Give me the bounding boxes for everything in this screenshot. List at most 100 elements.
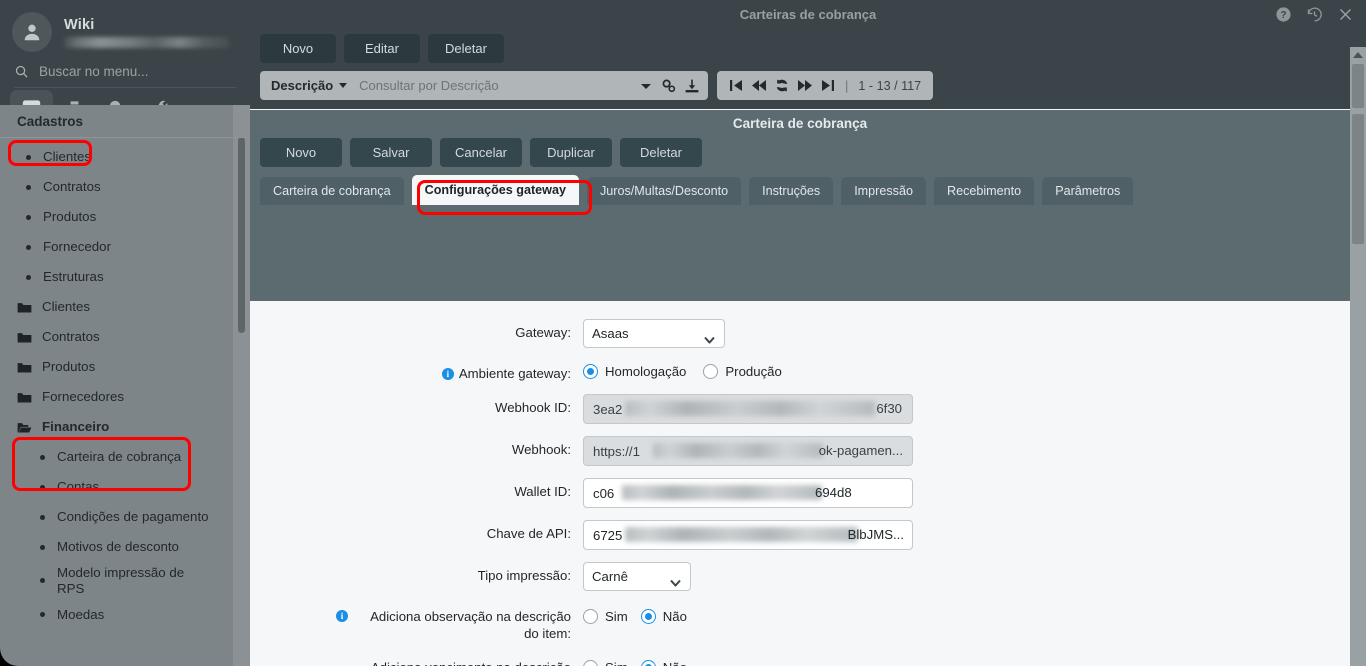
- sidebar-item-fornecedor[interactable]: Fornecedor: [0, 232, 250, 262]
- tab-juros-multas-desconto[interactable]: Juros/Multas/Desconto: [586, 177, 742, 205]
- refresh-icon[interactable]: [775, 79, 789, 92]
- search-input[interactable]: [359, 78, 631, 93]
- sidebar-item-label: Carteira de cobrança: [57, 449, 182, 465]
- outer-scrollbar-thumb[interactable]: [1352, 64, 1364, 108]
- sidebar-menu-panel: Cadastros Clientes Contratos Produtos Fo…: [0, 105, 250, 666]
- tab-configuracoes-gateway[interactable]: Configurações gateway: [411, 175, 579, 205]
- application-root: Wiki Buscar no menu... Cadastros Cliente…: [0, 0, 1366, 666]
- radio-producao-label[interactable]: Produção: [725, 364, 781, 379]
- bullet-icon: [26, 244, 31, 250]
- first-page-icon[interactable]: [729, 79, 743, 92]
- sidebar-item-motivos-de-desconto[interactable]: Motivos de desconto: [0, 532, 250, 562]
- form-duplicar-button[interactable]: Duplicar: [530, 138, 612, 167]
- deletar-button[interactable]: Deletar: [428, 34, 504, 63]
- bullet-icon: [26, 184, 31, 190]
- novo-button[interactable]: Novo: [260, 34, 336, 63]
- tab-carteira-de-cobranca[interactable]: Carteira de cobrança: [260, 177, 404, 205]
- sidebar-search[interactable]: [14, 64, 236, 88]
- gears-icon[interactable]: [661, 78, 677, 94]
- history-icon[interactable]: [1306, 6, 1323, 23]
- field-row-chave-api: Chave de API: BlbJMS...: [250, 520, 1350, 550]
- folder-icon: [17, 361, 32, 374]
- form-fields: Gateway: Asaas i Ambiente gateway: Homol…: [250, 301, 1350, 666]
- sidebar-item-clientes[interactable]: Clientes: [0, 142, 250, 172]
- bullet-icon: [40, 578, 45, 584]
- sidebar-folder-financeiro[interactable]: Financeiro: [0, 412, 250, 442]
- field-row-webhook: Webhook: ok-pagamen...: [250, 436, 1350, 466]
- chevron-down-icon[interactable]: [638, 78, 654, 94]
- sidebar-item-produtos[interactable]: Produtos: [0, 202, 250, 232]
- download-icon[interactable]: [684, 78, 700, 94]
- last-page-icon[interactable]: [821, 79, 835, 92]
- tab-instrucoes[interactable]: Instruções: [749, 177, 834, 205]
- form-salvar-button[interactable]: Salvar: [350, 138, 432, 167]
- previous-page-icon[interactable]: [752, 79, 766, 92]
- filter-row: Descrição | 1 - 13 / 117: [260, 71, 1356, 100]
- tipo-impressao-select-wrap: Carnê: [583, 562, 691, 591]
- sidebar-item-label: Fornecedores: [42, 389, 125, 405]
- sidebar-folder-produtos[interactable]: Produtos: [0, 352, 250, 382]
- tab-recebimento[interactable]: Recebimento: [933, 177, 1035, 205]
- webhook-label: Webhook:: [511, 442, 571, 457]
- form-deletar-button[interactable]: Deletar: [620, 138, 702, 167]
- menu-header-cadastros[interactable]: Cadastros: [0, 105, 250, 138]
- radio-observacao-sim[interactable]: [583, 609, 598, 624]
- sidebar-item-label: Produtos: [43, 209, 97, 225]
- sidebar-item-estruturas[interactable]: Estruturas: [0, 262, 250, 292]
- avatar[interactable]: [12, 12, 52, 52]
- tab-impressao[interactable]: Impressão: [841, 177, 926, 205]
- main-window: Carteiras de cobrança ? Novo Editar Dele…: [250, 0, 1366, 666]
- bullet-icon: [40, 484, 45, 490]
- field-row-wallet-id: Wallet ID: 694d8: [250, 478, 1350, 508]
- radio-observacao-sim-label[interactable]: Sim: [605, 609, 628, 624]
- sidebar-item-label: Financeiro: [42, 419, 110, 435]
- webhook-control: ok-pagamen...: [583, 436, 913, 466]
- tab-parametros[interactable]: Parâmetros: [1042, 177, 1134, 205]
- sidebar-item-label: Condições de pagamento: [57, 509, 209, 525]
- tipo-impressao-select[interactable]: Carnê: [583, 562, 691, 591]
- search-input[interactable]: [39, 64, 219, 79]
- sidebar-folder-clientes[interactable]: Clientes: [0, 292, 250, 322]
- radio-homologacao-label[interactable]: Homologação: [605, 364, 686, 379]
- radio-vencimento-sim[interactable]: [583, 660, 598, 666]
- radio-homologacao[interactable]: [583, 364, 598, 379]
- radio-vencimento-sim-label[interactable]: Sim: [605, 660, 628, 666]
- info-icon[interactable]: i: [441, 368, 454, 380]
- folder-icon: [17, 301, 32, 314]
- chave-api-label: Chave de API:: [486, 526, 571, 541]
- svg-text:?: ?: [1280, 10, 1286, 21]
- form-novo-button[interactable]: Novo: [260, 138, 342, 167]
- next-page-icon[interactable]: [798, 79, 812, 92]
- gateway-label: Gateway:: [515, 325, 571, 340]
- webhook-id-field[interactable]: [583, 394, 913, 424]
- webhook-id-suffix: 6f30: [876, 401, 902, 416]
- sidebar-item-modelo-impressao-de-rps[interactable]: Modelo impressão de RPS: [0, 562, 200, 599]
- sidebar-item-label: Produtos: [42, 359, 96, 375]
- sidebar-folder-fornecedores[interactable]: Fornecedores: [0, 382, 250, 412]
- radio-producao[interactable]: [703, 364, 719, 379]
- form-scrollbar-thumb[interactable]: [1352, 114, 1364, 244]
- info-icon[interactable]: i: [336, 610, 348, 622]
- sidebar-item-carteira-de-cobranca[interactable]: Carteira de cobrança: [0, 442, 250, 472]
- scroll-up-arrow-icon[interactable]: [1353, 52, 1363, 58]
- adiciona-vencimento-label-text: Adiciona vencimento na descrição do item…: [353, 656, 571, 666]
- gateway-select[interactable]: Asaas: [583, 319, 725, 348]
- sidebar-item-contas[interactable]: Contas: [0, 472, 250, 502]
- radio-observacao-nao-label[interactable]: Não: [663, 609, 687, 624]
- list-toolbar: Novo Editar Deletar Descrição Consultar …: [250, 28, 1366, 109]
- sidebar-item-contratos[interactable]: Contratos: [0, 172, 250, 202]
- help-icon[interactable]: ?: [1275, 6, 1292, 23]
- form-cancelar-button[interactable]: Cancelar: [440, 138, 522, 167]
- radio-observacao-nao[interactable]: [640, 609, 656, 624]
- sidebar-folder-contratos[interactable]: Contratos: [0, 322, 250, 352]
- field-row-tipo-impressao: Tipo impressão: Carnê: [250, 562, 1350, 591]
- close-icon[interactable]: [1337, 6, 1354, 23]
- filter-field-selector[interactable]: Descrição: [271, 78, 348, 93]
- wallet-id-field[interactable]: [583, 478, 913, 508]
- sidebar-item-condicoes-de-pagamento[interactable]: Condições de pagamento: [0, 502, 250, 532]
- radio-vencimento-nao-label[interactable]: Não: [663, 660, 687, 666]
- editar-button[interactable]: Editar: [344, 34, 420, 63]
- sidebar-item-moedas[interactable]: Moedas: [0, 599, 250, 629]
- folder-open-icon: [17, 421, 32, 434]
- radio-vencimento-nao[interactable]: [640, 660, 656, 666]
